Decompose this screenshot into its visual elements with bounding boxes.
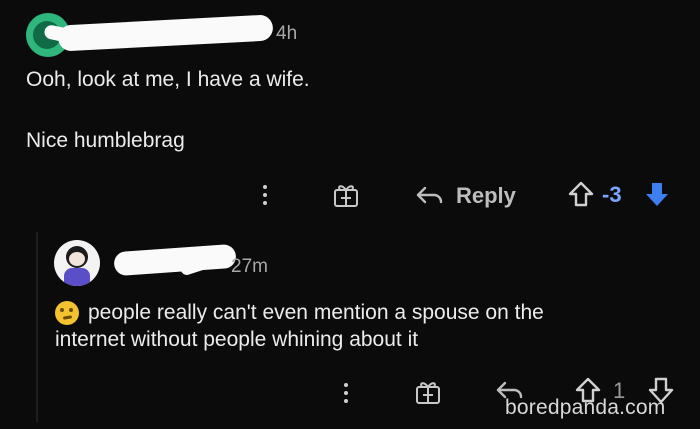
upvote-arrow-icon[interactable] [568, 180, 594, 208]
reply-timestamp: 27m [231, 256, 268, 277]
comment-body-line1: Ooh, look at me, I have a wife. [26, 68, 310, 91]
comment-timestamp: 4h [276, 23, 298, 44]
downvote-arrow-icon[interactable] [644, 180, 670, 208]
reply-user-avatar[interactable] [54, 240, 100, 286]
award-gift-icon[interactable] [332, 181, 360, 209]
reply-arrow-icon [416, 186, 443, 204]
thread-line [36, 232, 38, 422]
more-options-icon[interactable] [258, 178, 272, 212]
vote-score: -3 [602, 182, 622, 207]
watermark: boredpanda.com [505, 396, 666, 419]
reply-body-line1: people really can't even mention a spous… [88, 301, 544, 324]
award-gift-icon[interactable] [414, 378, 442, 406]
more-options-icon[interactable] [339, 376, 353, 410]
smirk-emoji-icon [55, 301, 79, 325]
comment-body-line2: Nice humblebrag [26, 129, 185, 152]
reply-label: Reply [456, 183, 516, 208]
reply-body-line2: internet without people whining about it [55, 328, 419, 351]
reply-button[interactable]: Reply [414, 180, 516, 212]
